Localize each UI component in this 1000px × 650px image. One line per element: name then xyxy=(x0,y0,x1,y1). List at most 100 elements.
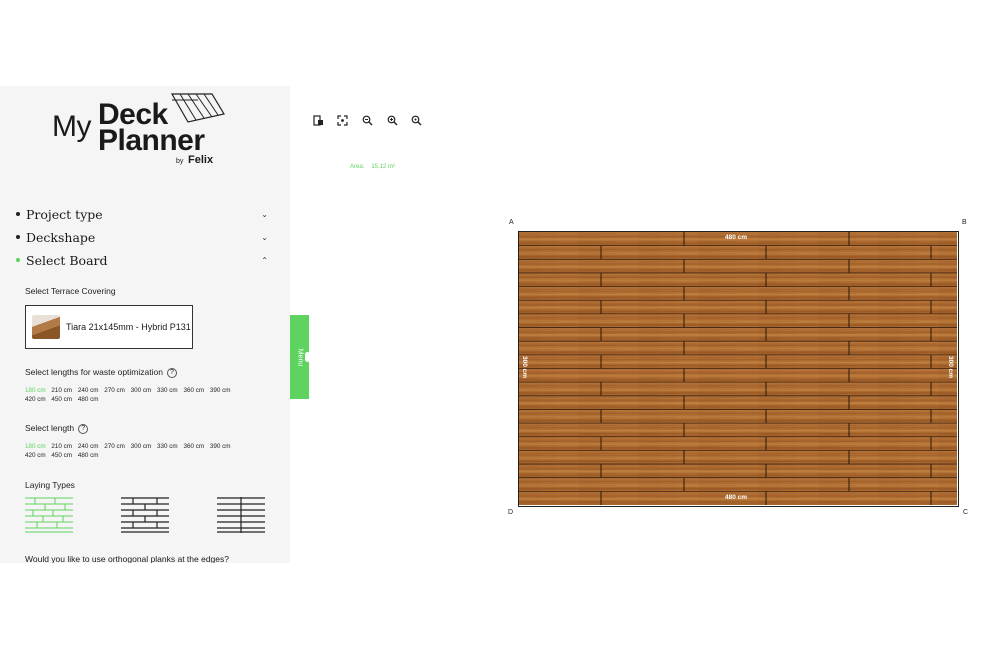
length-option[interactable]: 390 cm xyxy=(210,387,231,394)
help-icon[interactable]: ? xyxy=(166,367,177,378)
length-option[interactable]: 420 cm xyxy=(25,396,46,403)
deck-canvas[interactable]: 480 cm 480 cm 300 cm 300 cm xyxy=(518,231,959,507)
plank-grain xyxy=(519,409,957,424)
length-option[interactable]: 360 cm xyxy=(183,387,204,394)
plank-grain xyxy=(519,436,957,451)
zoom-reset-button[interactable] xyxy=(409,113,423,127)
logo-by: by xyxy=(176,158,184,165)
area-readout: Area: 15,12 m² xyxy=(350,164,395,170)
lengths-row-1: 180 cm 210 cm 240 cm 270 cm 300 cm 330 c… xyxy=(25,443,265,450)
plank-grain xyxy=(519,286,957,301)
dimension-top: 480 cm xyxy=(725,234,748,241)
length-option[interactable]: 240 cm xyxy=(78,443,99,450)
plank-grain xyxy=(519,327,957,342)
menu-drag-handle[interactable] xyxy=(305,352,310,362)
chevron-up-icon: ⌃ xyxy=(261,255,268,265)
fit-screen-button[interactable] xyxy=(335,113,349,127)
chevron-down-icon: ⌄ xyxy=(261,232,268,242)
dimension-bottom: 480 cm xyxy=(725,494,748,501)
waste-lengths-row-1: 180 cm 210 cm 240 cm 270 cm 300 cm 330 c… xyxy=(25,387,265,394)
dimension-left: 300 cm xyxy=(521,356,528,379)
chevron-down-icon: ⌄ xyxy=(261,209,268,219)
bullet-icon xyxy=(16,258,20,262)
corner-label-c: C xyxy=(963,509,969,516)
accordion-label: Project type xyxy=(26,206,103,222)
deck-planks xyxy=(519,232,957,505)
length-option[interactable]: 300 cm xyxy=(131,387,152,394)
plank-grain xyxy=(519,368,957,383)
plank-grain xyxy=(519,464,957,478)
length-option[interactable]: 270 cm xyxy=(104,443,125,450)
menu-tab-label: Menu xyxy=(295,348,303,366)
accordion-select-board[interactable]: Select Board ⌃ xyxy=(16,250,268,270)
length-option[interactable]: 240 cm xyxy=(78,387,99,394)
length-option[interactable]: 330 cm xyxy=(157,443,178,450)
zoom-out-button[interactable] xyxy=(360,113,374,127)
plank-grain xyxy=(519,423,957,437)
zoom-reset-icon xyxy=(411,115,421,125)
plank-grain xyxy=(519,395,957,410)
zoom-in-icon xyxy=(387,115,397,125)
plank-grain xyxy=(519,272,957,287)
length-option[interactable]: 450 cm xyxy=(51,452,72,459)
logo: My Deck Planner by Felix xyxy=(52,92,232,172)
logo-planner: Planner xyxy=(98,124,205,157)
sidebar: My Deck Planner by Felix Project type ⌄ … xyxy=(0,86,290,563)
accordion-project-type[interactable]: Project type ⌄ xyxy=(16,204,268,224)
length-option[interactable]: 210 cm xyxy=(51,443,72,450)
accordion-label: Select Board xyxy=(26,252,108,268)
length-option[interactable]: 330 cm xyxy=(157,387,178,394)
plank-grain xyxy=(519,245,957,260)
board-thumbnail xyxy=(32,315,60,339)
board-name: Tiara 21x145mm - Hybrid P131 xyxy=(66,321,191,332)
laying-type-center-joint[interactable] xyxy=(217,497,265,533)
fit-screen-icon xyxy=(336,114,348,126)
waste-lengths-row-2: 420 cm 450 cm 480 cm xyxy=(25,396,265,403)
zoom-out-icon xyxy=(362,115,372,125)
length-option[interactable]: 300 cm xyxy=(131,443,152,450)
terrace-covering-title: Select Terrace Covering xyxy=(25,286,116,296)
length-option[interactable]: 420 cm xyxy=(25,452,46,459)
accordion-label: Deckshape xyxy=(26,229,96,245)
plank-grain xyxy=(519,300,957,314)
length-option[interactable]: 180 cm xyxy=(25,387,46,394)
help-icon[interactable]: ? xyxy=(78,423,89,434)
waste-optimization-title: Select lengths for waste optimization? xyxy=(25,367,177,378)
accordion-deckshape[interactable]: Deckshape ⌄ xyxy=(16,227,268,247)
corner-label-d: D xyxy=(508,509,514,516)
length-option[interactable]: 390 cm xyxy=(210,443,231,450)
corner-label-b: B xyxy=(962,219,967,226)
plank-grain xyxy=(519,341,957,355)
plank-grain xyxy=(519,382,957,396)
bullet-icon xyxy=(16,212,20,216)
plank-grain xyxy=(519,477,957,492)
laying-types-title: Laying Types xyxy=(25,480,75,490)
board-card[interactable]: Tiara 21x145mm - Hybrid P131 xyxy=(25,305,193,349)
bullet-icon xyxy=(16,235,20,239)
length-option[interactable]: 180 cm xyxy=(25,443,46,450)
area-label: Area: xyxy=(350,164,365,170)
waste-title-text: Select lengths for waste optimization xyxy=(25,367,163,377)
lengths-row-2: 420 cm 450 cm 480 cm xyxy=(25,452,265,459)
plank-grain xyxy=(519,450,957,465)
length-option[interactable]: 450 cm xyxy=(51,396,72,403)
laying-type-brick[interactable] xyxy=(121,497,169,533)
orthogonal-planks-question: Would you like to use orthogonal planks … xyxy=(25,554,229,563)
logo-felix: Felix xyxy=(188,154,214,166)
export-icon xyxy=(312,114,323,126)
plank-grain xyxy=(519,259,957,273)
plank-grain xyxy=(519,313,957,328)
length-option[interactable]: 360 cm xyxy=(183,443,204,450)
dimension-right: 300 cm xyxy=(947,356,954,379)
export-button[interactable] xyxy=(311,113,325,127)
zoom-in-button[interactable] xyxy=(385,113,399,127)
length-option[interactable]: 210 cm xyxy=(51,387,72,394)
length-option[interactable]: 480 cm xyxy=(78,396,99,403)
length-option[interactable]: 480 cm xyxy=(78,452,99,459)
corner-label-a: A xyxy=(509,219,514,226)
length-title-text: Select length xyxy=(25,423,75,433)
length-option[interactable]: 270 cm xyxy=(104,387,125,394)
laying-type-brick-selected[interactable] xyxy=(25,497,73,533)
select-length-title: Select length? xyxy=(25,423,89,434)
logo-my: My xyxy=(52,110,92,143)
